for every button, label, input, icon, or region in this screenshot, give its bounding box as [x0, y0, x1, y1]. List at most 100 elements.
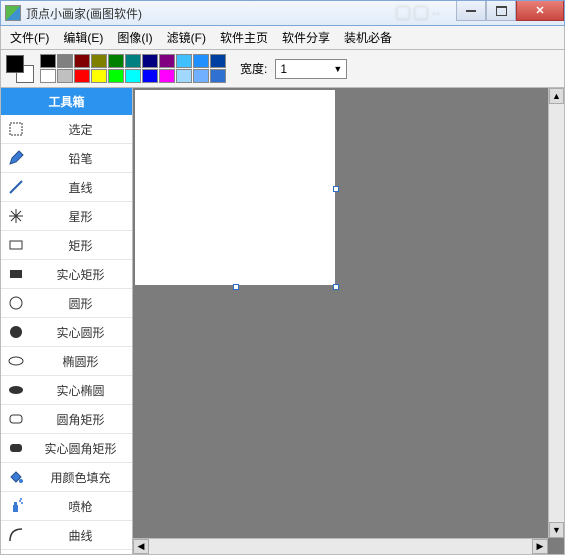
scroll-down-icon[interactable]: ▼: [549, 522, 564, 538]
swatch[interactable]: [108, 69, 124, 83]
tool-label: 实心椭圆: [35, 382, 126, 399]
scroll-left-icon[interactable]: ◀: [133, 539, 149, 554]
swatch[interactable]: [159, 54, 175, 68]
menu-image[interactable]: 图像(I): [111, 26, 158, 49]
star-icon: [7, 207, 25, 225]
tool-label: 星形: [35, 208, 126, 225]
tool-line[interactable]: 直线: [1, 173, 132, 202]
titlebar-blur: ··: [396, 6, 440, 20]
swatch[interactable]: [108, 54, 124, 68]
rect-icon: [7, 236, 25, 254]
swatch[interactable]: [142, 54, 158, 68]
width-label: 宽度:: [240, 60, 267, 77]
swatch[interactable]: [193, 69, 209, 83]
menu-share[interactable]: 软件分享: [276, 26, 336, 49]
resize-handle-bottom[interactable]: [233, 284, 239, 290]
ellipse-icon: [7, 352, 25, 370]
swatch[interactable]: [193, 54, 209, 68]
swatch[interactable]: [125, 69, 141, 83]
swatch[interactable]: [40, 69, 56, 83]
canvas[interactable]: [135, 90, 335, 285]
tool-bucket[interactable]: 用颜色填充: [1, 463, 132, 492]
fg-bg-swatch[interactable]: [6, 55, 34, 83]
window-title: 顶点小画家(画图软件): [26, 5, 396, 22]
scroll-up-icon[interactable]: ▲: [549, 88, 564, 104]
width-value: 1: [280, 62, 287, 76]
spray-icon: [7, 497, 25, 515]
color-palette: [40, 54, 226, 83]
close-button[interactable]: [516, 1, 564, 21]
menu-essentials[interactable]: 装机必备: [338, 26, 398, 49]
vertical-scrollbar[interactable]: ▲ ▼: [548, 88, 564, 538]
line-icon: [7, 178, 25, 196]
tool-label: 实心圆角矩形: [35, 440, 126, 457]
tool-circle[interactable]: 圆形: [1, 289, 132, 318]
tool-select[interactable]: 选定: [1, 115, 132, 144]
tool-spray[interactable]: 喷枪: [1, 492, 132, 521]
swatch[interactable]: [210, 54, 226, 68]
tool-polygon[interactable]: 多边形: [1, 550, 132, 554]
round-rect-icon: [7, 410, 25, 428]
select-icon: [7, 120, 25, 138]
swatch[interactable]: [176, 54, 192, 68]
tool-ellipse[interactable]: 椭圆形: [1, 347, 132, 376]
circle-icon: [7, 294, 25, 312]
tool-label: 圆角矩形: [35, 411, 126, 428]
tool-label: 实心矩形: [35, 266, 126, 283]
tool-star[interactable]: 星形: [1, 202, 132, 231]
resize-handle-right[interactable]: [333, 186, 339, 192]
tool-filled-ellipse[interactable]: 实心椭圆: [1, 376, 132, 405]
sidebar-header: 工具箱: [1, 88, 132, 115]
tool-label: 椭圆形: [35, 353, 126, 370]
chevron-down-icon: ▼: [333, 64, 342, 74]
tool-label: 实心圆形: [35, 324, 126, 341]
tool-rect[interactable]: 矩形: [1, 231, 132, 260]
tool-label: 喷枪: [35, 498, 126, 515]
minimize-button[interactable]: [456, 1, 486, 21]
tool-filled-circle[interactable]: 实心圆形: [1, 318, 132, 347]
swatch[interactable]: [210, 69, 226, 83]
maximize-button[interactable]: [486, 1, 516, 21]
tool-label: 曲线: [35, 527, 126, 544]
menu-file[interactable]: 文件(F): [4, 26, 55, 49]
fg-color[interactable]: [6, 55, 24, 73]
swatch[interactable]: [142, 69, 158, 83]
curve-icon: [7, 526, 25, 544]
tool-label: 直线: [35, 179, 126, 196]
swatch[interactable]: [74, 69, 90, 83]
canvas-area[interactable]: ▲ ▼ ◀ ▶: [133, 88, 564, 554]
swatch[interactable]: [125, 54, 141, 68]
sidebar: 工具箱 选定铅笔直线星形矩形实心矩形圆形实心圆形椭圆形实心椭圆圆角矩形实心圆角矩…: [1, 88, 133, 554]
tool-filled-rect[interactable]: 实心矩形: [1, 260, 132, 289]
swatch[interactable]: [57, 69, 73, 83]
horizontal-scrollbar[interactable]: ◀ ▶: [133, 538, 548, 554]
bucket-icon: [7, 468, 25, 486]
swatch[interactable]: [57, 54, 73, 68]
menu-homepage[interactable]: 软件主页: [214, 26, 274, 49]
width-select[interactable]: 1 ▼: [275, 59, 347, 79]
swatch[interactable]: [159, 69, 175, 83]
titlebar[interactable]: 顶点小画家(画图软件) ··: [0, 0, 565, 26]
tool-label: 铅笔: [35, 150, 126, 167]
swatch[interactable]: [91, 54, 107, 68]
filled-rect-icon: [7, 265, 25, 283]
toolbar: 宽度: 1 ▼: [0, 50, 565, 88]
swatch[interactable]: [91, 69, 107, 83]
scroll-right-icon[interactable]: ▶: [532, 539, 548, 554]
tool-pencil[interactable]: 铅笔: [1, 144, 132, 173]
resize-handle-corner[interactable]: [333, 284, 339, 290]
filled-ellipse-icon: [7, 381, 25, 399]
filled-round-rect-icon: [7, 439, 25, 457]
swatch[interactable]: [176, 69, 192, 83]
tool-curve[interactable]: 曲线: [1, 521, 132, 550]
tool-label: 选定: [35, 121, 126, 138]
swatch[interactable]: [74, 54, 90, 68]
swatch[interactable]: [40, 54, 56, 68]
menu-filter[interactable]: 滤镜(F): [161, 26, 212, 49]
tool-filled-round-rect[interactable]: 实心圆角矩形: [1, 434, 132, 463]
menu-edit[interactable]: 编辑(E): [57, 26, 109, 49]
app-icon: [5, 5, 21, 21]
tool-label: 矩形: [35, 237, 126, 254]
filled-circle-icon: [7, 323, 25, 341]
tool-round-rect[interactable]: 圆角矩形: [1, 405, 132, 434]
